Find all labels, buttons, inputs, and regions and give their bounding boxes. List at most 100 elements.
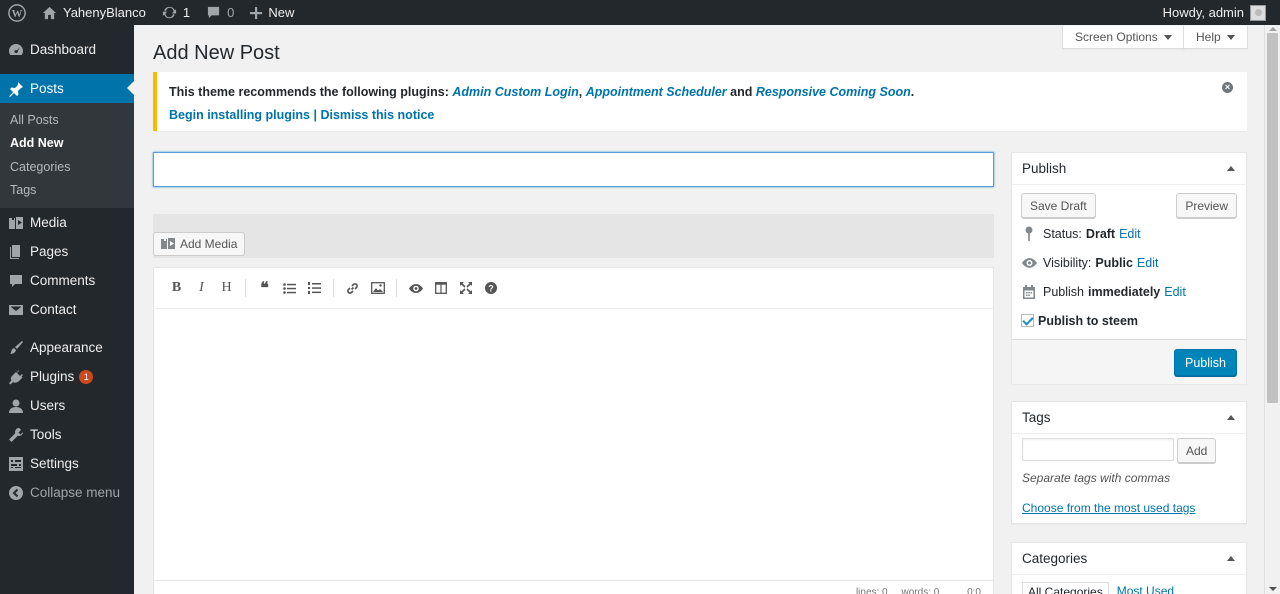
toggle-arrow-icon[interactable] — [1227, 166, 1235, 171]
avatar — [1250, 4, 1266, 21]
svg-text:?: ? — [488, 283, 494, 293]
editor-media-bar: Add Media — [153, 214, 994, 258]
italic-button[interactable]: I — [189, 276, 214, 301]
publish-to-steem-checkbox[interactable] — [1021, 314, 1034, 327]
heading-button[interactable]: H — [214, 276, 239, 301]
submenu-all-posts[interactable]: All Posts — [0, 108, 134, 132]
menu-tools[interactable]: Tools — [0, 420, 134, 449]
publish-actions: Publish — [1012, 339, 1246, 384]
submenu-categories[interactable]: Categories — [0, 155, 134, 179]
updates-link[interactable]: 1 — [154, 0, 198, 25]
fullscreen-button[interactable] — [453, 276, 478, 301]
pages-icon — [8, 244, 24, 260]
my-account[interactable]: Howdy, admin — [1162, 4, 1280, 21]
menu-settings[interactable]: Settings — [0, 449, 134, 478]
menu-appearance[interactable]: Appearance — [0, 333, 134, 362]
choose-most-used-tags-link[interactable]: Choose from the most used tags — [1022, 501, 1195, 515]
help-button[interactable]: Help — [1183, 26, 1248, 49]
eye-icon — [1021, 257, 1037, 268]
publish-button[interactable]: Publish — [1174, 349, 1237, 376]
publish-box-header[interactable]: Publish — [1012, 153, 1246, 185]
menu-dashboard[interactable]: Dashboard — [0, 35, 134, 64]
numbered-list-icon — [308, 282, 321, 294]
link-icon — [347, 282, 358, 294]
eye-icon — [408, 283, 423, 293]
publish-meta: Status: Draft Edit Visibility: Public Edit P… — [1012, 219, 1246, 335]
plugin-notice: This theme recommends the following plug… — [153, 72, 1247, 131]
plugin-link-responsive-coming-soon[interactable]: Responsive Coming Soon — [756, 85, 911, 99]
envelope-icon — [8, 302, 24, 318]
comments-count: 0 — [227, 5, 235, 20]
plugin-link-admin-custom-login[interactable]: Admin Custom Login — [452, 85, 578, 99]
bold-button[interactable]: B — [164, 276, 189, 301]
new-content-link[interactable]: New — [242, 0, 302, 25]
ordered-list-button[interactable] — [302, 276, 327, 301]
page-scrollbar[interactable] — [1264, 25, 1280, 594]
comments-link[interactable]: 0 — [198, 0, 242, 25]
wrench-icon — [8, 427, 24, 443]
begin-installing-link[interactable]: Begin installing plugins — [169, 108, 310, 122]
submenu-add-new[interactable]: Add New — [0, 132, 134, 156]
image-button[interactable] — [365, 276, 390, 301]
screen-options-button[interactable]: Screen Options — [1062, 26, 1185, 49]
editor-content-area[interactable] — [154, 309, 993, 579]
side-by-side-button[interactable] — [428, 276, 453, 301]
categories-box: Categories All Categories Most Used — [1011, 542, 1247, 594]
scroll-up-icon[interactable] — [1269, 27, 1277, 31]
plugin-icon — [8, 369, 24, 385]
save-draft-button[interactable]: Save Draft — [1021, 193, 1096, 218]
menu-media[interactable]: Media — [0, 208, 134, 237]
menu-comments[interactable]: Comments — [0, 266, 134, 295]
preview-post-button[interactable]: Preview — [1176, 193, 1237, 218]
edit-status-link[interactable]: Edit — [1119, 227, 1141, 241]
preview-button[interactable] — [403, 276, 428, 301]
tab-all-categories[interactable]: All Categories — [1022, 582, 1109, 594]
plugins-update-badge: 1 — [79, 369, 94, 384]
collapse-icon — [8, 485, 24, 501]
edit-schedule-link[interactable]: Edit — [1164, 285, 1186, 299]
add-tag-button[interactable]: Add — [1177, 438, 1217, 463]
collapse-menu-button[interactable]: Collapse menu — [0, 478, 134, 507]
tags-box-header[interactable]: Tags — [1012, 402, 1246, 434]
scroll-down-icon[interactable] — [1269, 587, 1277, 591]
paintbrush-icon — [8, 340, 24, 356]
calendar-icon — [1021, 284, 1037, 299]
menu-posts[interactable]: Posts — [0, 74, 134, 103]
dismiss-notice-link[interactable]: Dismiss this notice — [320, 108, 434, 122]
dismiss-close-icon[interactable]: × — [1222, 82, 1233, 93]
menu-pages[interactable]: Pages — [0, 237, 134, 266]
new-tag-input[interactable] — [1022, 438, 1174, 461]
scroll-thumb[interactable] — [1267, 33, 1278, 403]
menu-plugins[interactable]: Plugins 1 — [0, 362, 134, 391]
home-icon — [42, 6, 57, 19]
site-name-link[interactable]: YahenyBlanco — [34, 0, 154, 25]
admin-bar: W YahenyBlanco 1 0 New Howdy, admin — [0, 0, 1280, 25]
markdown-guide-button[interactable]: ? — [478, 276, 503, 301]
submenu-tags[interactable]: Tags — [0, 179, 134, 203]
notice-text: This theme recommends the following plug… — [169, 85, 915, 99]
post-title-input[interactable] — [153, 152, 994, 187]
updates-count: 1 — [182, 5, 191, 20]
menu-users[interactable]: Users — [0, 391, 134, 420]
categories-box-header[interactable]: Categories — [1012, 543, 1246, 575]
svg-text:W: W — [12, 8, 23, 20]
quote-button[interactable]: ❝ — [252, 276, 277, 301]
markdown-editor: B I H ❝ ? lines: 0 words: 0 0:0 — [153, 267, 994, 594]
unordered-list-button[interactable] — [277, 276, 302, 301]
toggle-arrow-icon[interactable] — [1227, 556, 1235, 561]
toggle-arrow-icon[interactable] — [1227, 415, 1235, 420]
tab-most-used[interactable]: Most Used — [1108, 582, 1180, 594]
howdy-text: Howdy, admin — [1162, 5, 1244, 20]
columns-icon — [434, 282, 447, 294]
toolbar-divider — [333, 279, 334, 297]
updates-icon — [162, 6, 176, 19]
plugin-link-appointment-scheduler[interactable]: Appointment Scheduler — [586, 85, 727, 99]
plus-icon — [250, 6, 263, 19]
link-button[interactable] — [340, 276, 365, 301]
menu-contact[interactable]: Contact — [0, 295, 134, 324]
status-row: Status: Draft Edit — [1012, 219, 1246, 248]
edit-visibility-link[interactable]: Edit — [1137, 256, 1159, 270]
admin-menu: Dashboard Posts All Posts Add New Catego… — [0, 25, 134, 594]
add-media-button[interactable]: Add Media — [153, 232, 246, 256]
wordpress-logo-icon[interactable]: W — [0, 0, 34, 25]
